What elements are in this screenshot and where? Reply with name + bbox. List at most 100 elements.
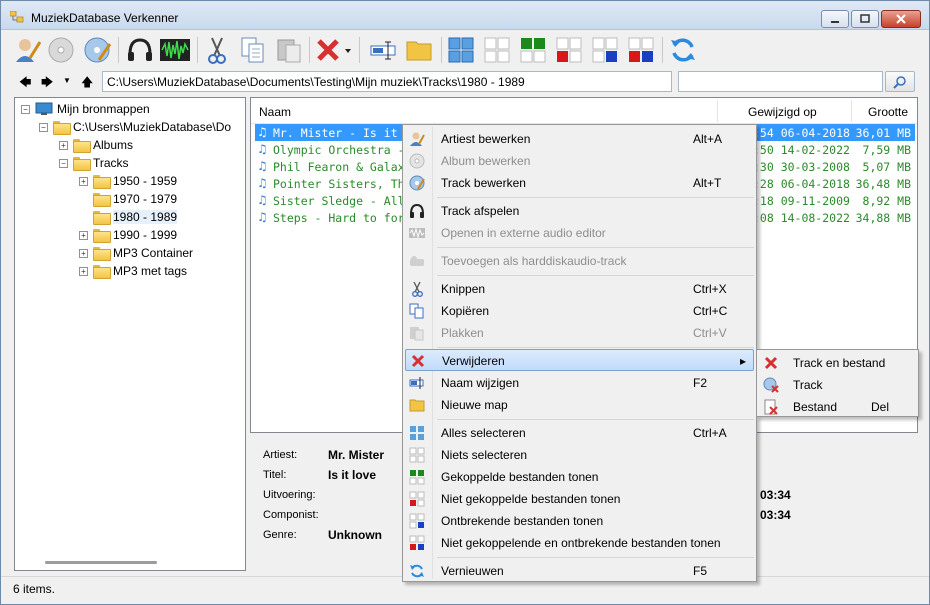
show-unlinked-missing-button[interactable] [625, 34, 657, 66]
tree-item-label: MP3 met tags [113, 264, 188, 278]
music-note-icon: ♫ [257, 210, 268, 224]
new-folder-button[interactable] [403, 34, 435, 66]
tree-scrollbar[interactable] [45, 561, 157, 564]
submenu-item-track-and-file[interactable]: Track en bestand [759, 352, 916, 374]
tree-item-label: 1990 - 1999 [113, 228, 178, 242]
menu-item-edit-album[interactable]: Album bewerken [405, 150, 754, 172]
cd-icon [48, 37, 74, 63]
show-unlinked-button[interactable] [553, 34, 585, 66]
search-input[interactable] [678, 71, 883, 92]
menu-item-play-track[interactable]: Track afspelen [405, 200, 754, 222]
tree-tracks[interactable]: − Tracks [59, 154, 129, 172]
cut-button[interactable] [201, 34, 233, 66]
edit-artist-button[interactable] [11, 34, 43, 66]
address-bar[interactable]: C:\Users\MuziekDatabase\Documents\Testin… [102, 71, 672, 92]
tree-item-mp3-container[interactable]: + MP3 Container [79, 244, 193, 262]
menu-item-show-unlinked[interactable]: Niet gekoppelde bestanden tonen [405, 488, 754, 510]
row-date: :54 06-04-2018 [753, 126, 850, 140]
close-button[interactable] [881, 10, 921, 28]
tree-item-mp3-tags[interactable]: + MP3 met tags [79, 262, 187, 280]
expand-icon[interactable]: + [79, 177, 88, 186]
collapse-icon[interactable]: − [59, 159, 68, 168]
paste-button[interactable] [273, 34, 305, 66]
forward-icon[interactable]: 🡆 [41, 73, 53, 94]
expand-icon[interactable]: + [79, 267, 88, 276]
menu-item-external-editor[interactable]: Openen in externe audio editor [405, 222, 754, 244]
select-all-button[interactable] [445, 34, 477, 66]
select-none-button[interactable] [481, 34, 513, 66]
app-window: MuziekDatabase Verkenner 🡄 🡆 ▼ 🡅 C:\User… [0, 0, 930, 605]
show-linked-button[interactable] [517, 34, 549, 66]
menu-item-copy[interactable]: Kopiëren Ctrl+C [405, 300, 754, 322]
menu-item-show-missing[interactable]: Ontbrekende bestanden tonen [405, 510, 754, 532]
music-note-icon: ♫ [257, 125, 268, 139]
collapse-icon[interactable]: − [39, 123, 48, 132]
up-icon[interactable]: 🡅 [81, 73, 93, 94]
column-modified[interactable]: Gewijzigd op [748, 105, 817, 119]
music-note-icon: ♫ [257, 193, 268, 207]
menu-item-edit-artist[interactable]: Artiest bewerken Alt+A [405, 128, 754, 150]
menu-item-select-all[interactable]: Alles selecteren Ctrl+A [405, 422, 754, 444]
duration-value: 03:34 [760, 488, 791, 502]
expand-icon[interactable]: + [79, 231, 88, 240]
tree-item-1950[interactable]: + 1950 - 1959 [79, 172, 177, 190]
menu-item-rename[interactable]: Naam wijzigen F2 [405, 372, 754, 394]
menu-item-edit-track[interactable]: Track bewerken Alt+T [405, 172, 754, 194]
tree-item-1990[interactable]: + 1990 - 1999 [79, 226, 177, 244]
show-missing-button[interactable] [589, 34, 621, 66]
menu-item-show-linked[interactable]: Gekoppelde bestanden tonen [405, 466, 754, 488]
column-size[interactable]: Grootte [868, 105, 908, 119]
menu-item-show-unlinked-missing[interactable]: Niet gekoppelende en ontbrekende bestand… [405, 532, 754, 554]
maximize-button[interactable] [851, 10, 879, 28]
show-unlinked-icon [556, 37, 582, 63]
search-icon [893, 75, 906, 89]
collapse-icon[interactable]: − [21, 105, 30, 114]
edit-track-button[interactable] [81, 34, 113, 66]
headphones-icon [128, 38, 152, 61]
menu-item-cut[interactable]: Knippen Ctrl+X [405, 278, 754, 300]
tree-path-node[interactable]: − C:\Users\MuziekDatabase\Do [39, 118, 231, 136]
folder-icon [93, 265, 111, 279]
delete-icon [763, 355, 779, 371]
tree-root[interactable]: − Mijn bronmappen [21, 100, 150, 118]
submenu-item-track[interactable]: Track [759, 374, 916, 396]
expand-icon[interactable]: + [59, 141, 68, 150]
tree-albums-label: Albums [93, 138, 134, 152]
edit-album-button[interactable] [45, 34, 77, 66]
menu-item-refresh[interactable]: Vernieuwen F5 [405, 560, 754, 582]
minimize-button[interactable] [821, 10, 849, 28]
menu-item-delete[interactable]: Verwijderen ▸ [405, 349, 754, 371]
tree-albums[interactable]: + Albums [59, 136, 133, 154]
refresh-button[interactable] [667, 34, 699, 66]
menu-item-select-none[interactable]: Niets selecteren [405, 444, 754, 466]
paste-icon [409, 325, 425, 341]
menu-item-new-folder[interactable]: Nieuwe map [405, 394, 754, 416]
play-track-button[interactable] [124, 34, 156, 66]
external-editor-button[interactable] [159, 34, 191, 66]
refresh-icon [409, 563, 425, 579]
cd-icon [409, 153, 425, 169]
folder-icon [93, 247, 111, 261]
select-none-icon [484, 37, 510, 63]
tree-root-label: Mijn bronmappen [57, 102, 150, 116]
tree-item-label: 1950 - 1959 [113, 174, 178, 188]
menu-item-add-harddisk-track[interactable]: Toevoegen als harddiskaudio-track [405, 250, 754, 272]
delete-button[interactable] [313, 34, 355, 66]
tree-item-1980[interactable]: 1980 - 1989 [79, 208, 178, 226]
back-icon[interactable]: 🡄 [19, 73, 31, 94]
monitor-icon [35, 102, 53, 115]
search-button[interactable] [885, 71, 915, 92]
submenu-item-file[interactable]: Bestand Del [759, 396, 916, 418]
restore-icon [860, 14, 870, 23]
tree-item-1970[interactable]: 1970 - 1979 [79, 190, 177, 208]
delete-track-icon [763, 377, 779, 393]
menu-item-paste[interactable]: Plakken Ctrl+V [405, 322, 754, 344]
column-name[interactable]: Naam [259, 105, 291, 119]
rename-button[interactable] [367, 34, 399, 66]
delete-submenu: Track en bestand Track Bestand Del [756, 349, 919, 417]
history-dropdown-icon[interactable]: ▼ [63, 76, 71, 85]
window-title: MuziekDatabase Verkenner [31, 11, 179, 25]
title-value: Is it love [328, 468, 377, 482]
expand-icon[interactable]: + [79, 249, 88, 258]
copy-button[interactable] [237, 34, 269, 66]
